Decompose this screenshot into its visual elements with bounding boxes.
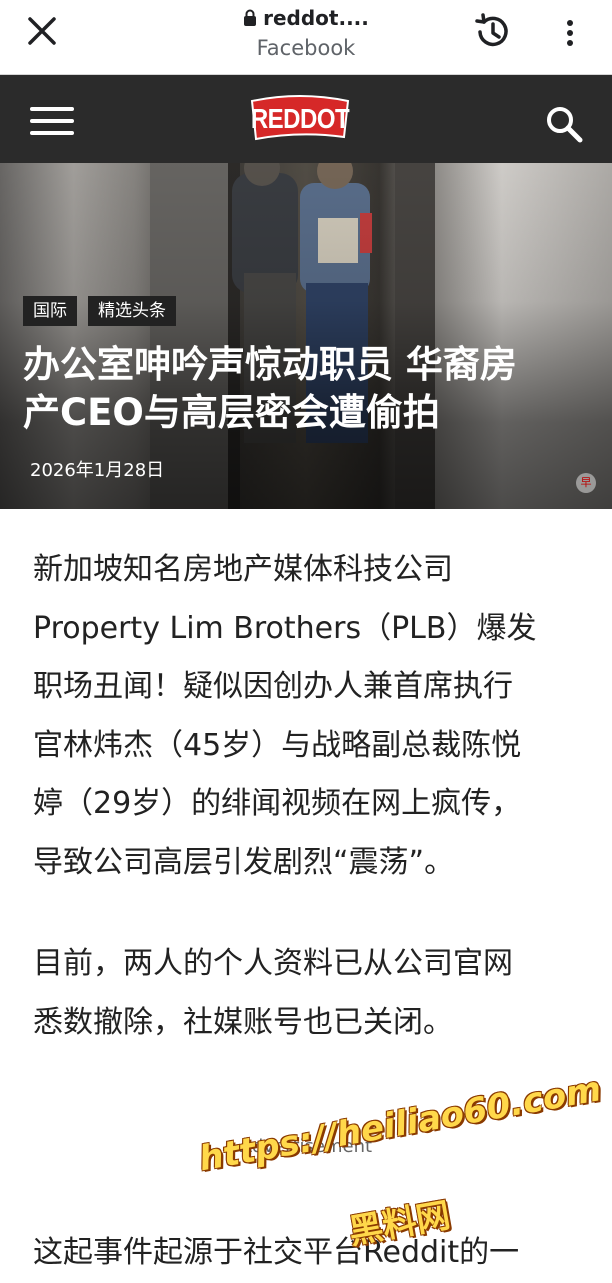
article-paragraph-3: 这起事件起源于社交平台Reddit的一 <box>33 1224 583 1283</box>
publish-date: 2026年1月28日 <box>30 460 165 481</box>
history-icon[interactable] <box>472 12 512 52</box>
site-header: REDDOT <box>0 75 612 163</box>
url-text[interactable]: reddot.... <box>0 6 612 30</box>
headline-line-1: 办公室呻吟声惊动职员 华裔房 <box>23 343 517 386</box>
url-label: reddot.... <box>263 6 369 30</box>
paragraph-line: 目前，两人的个人资料已从公司官网 <box>33 946 513 981</box>
article-paragraph-1: 新加坡知名房地产媒体科技公司 Property Lim Brothers（PLB… <box>33 541 583 892</box>
paragraph-line: 婷（29岁）的绯闻视频在网上疯传， <box>33 786 522 821</box>
paragraph-line: 导致公司高层引发剧烈“震荡”。 <box>33 844 455 880</box>
photo-watermark: 早 <box>576 473 596 493</box>
paragraph-line: 新加坡知名房地产媒体科技公司 <box>33 552 453 587</box>
site-name: Facebook <box>256 36 356 60</box>
lock-icon <box>244 9 257 26</box>
paragraph-line: 职场丑闻！疑似因创办人兼首席执行 <box>33 669 513 704</box>
hero-image[interactable]: 国际 精选头条 办公室呻吟声惊动职员 华裔房 产CEO与高层密会遭偷拍 2026… <box>0 163 612 509</box>
tag-featured[interactable]: 精选头条 <box>88 296 176 326</box>
paragraph-line: Property Lim Brothers（PLB）爆发 <box>33 610 537 646</box>
search-icon[interactable] <box>544 104 584 144</box>
article-paragraph-2: 目前，两人的个人资料已从公司官网 悉数撤除，社媒账号也已关闭。 <box>33 935 583 1052</box>
article-headline: 办公室呻吟声惊动职员 华裔房 产CEO与高层密会遭偷拍 <box>23 341 593 437</box>
headline-line-2: 产CEO与高层密会遭偷拍 <box>23 391 440 434</box>
overlay-watermark-url: https://heiliao60.com <box>196 1069 605 1180</box>
logo-text: REDDOT <box>250 103 350 135</box>
paragraph-line: 这起事件起源于社交平台Reddit的一 <box>33 1235 520 1270</box>
hamburger-menu-icon[interactable] <box>30 107 74 135</box>
tag-international[interactable]: 国际 <box>23 296 77 326</box>
browser-toolbar: reddot.... Facebook <box>0 0 612 75</box>
paragraph-line: 官林炜杰（45岁）与战略副总裁陈悦 <box>33 727 522 763</box>
paragraph-line: 悉数撤除，社媒账号也已关闭。 <box>33 1004 453 1040</box>
more-menu-icon[interactable] <box>560 18 580 48</box>
